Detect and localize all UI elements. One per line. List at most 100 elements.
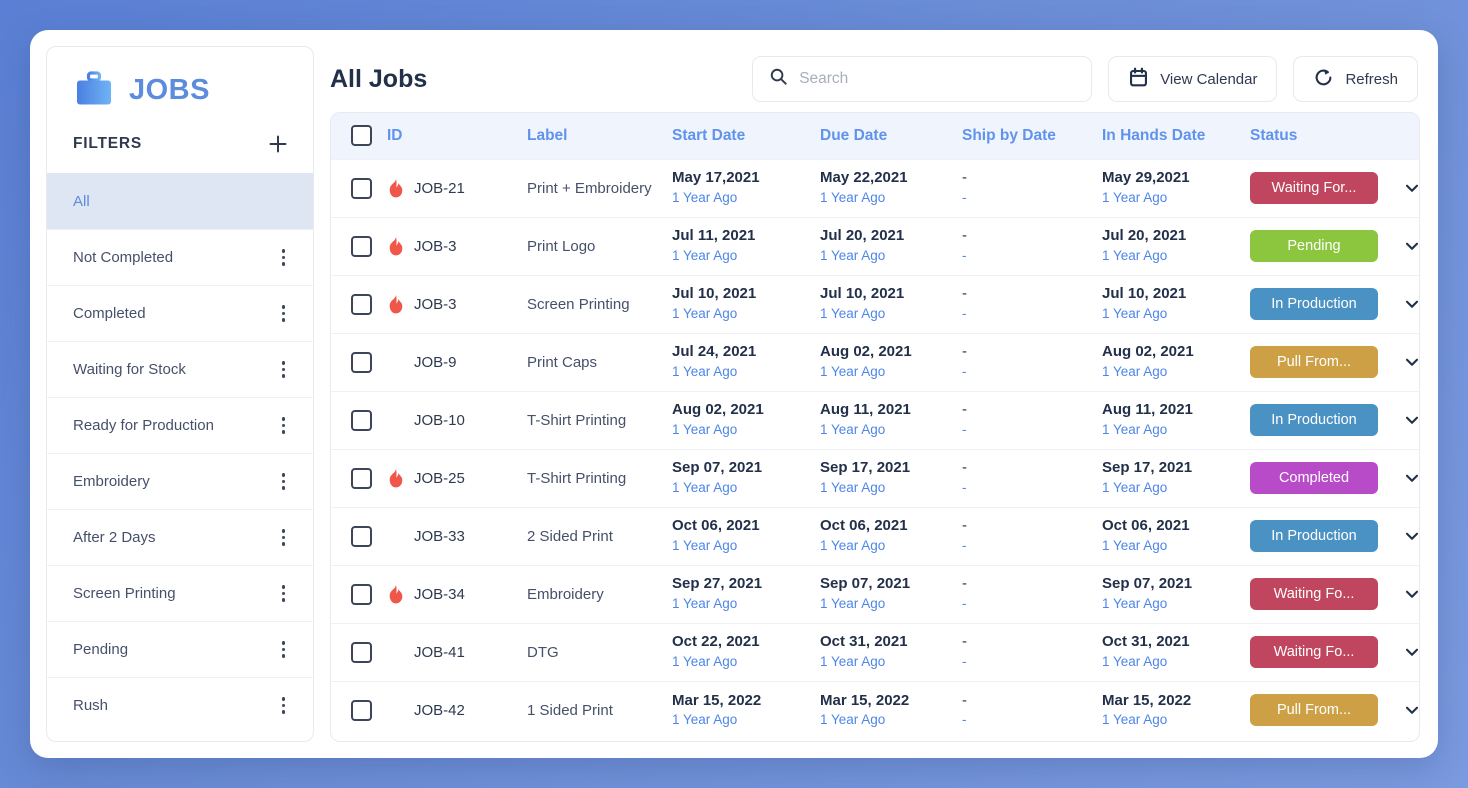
cell-expand[interactable] — [1402, 623, 1420, 681]
row-checkbox[interactable] — [351, 410, 372, 431]
table-row[interactable]: JOB-34EmbroiderySep 27, 20211 Year AgoSe… — [331, 565, 1420, 623]
job-label: DTG — [527, 644, 559, 661]
chevron-down-icon[interactable] — [1402, 352, 1420, 372]
sidebar-item-pending[interactable]: Pending — [47, 621, 313, 677]
cell-expand[interactable] — [1402, 391, 1420, 449]
header-status[interactable]: Status — [1250, 113, 1402, 159]
more-options-icon[interactable] — [278, 525, 290, 550]
chevron-down-icon[interactable] — [1402, 178, 1420, 198]
cell-due-date: Oct 06, 20211 Year Ago — [820, 507, 962, 565]
row-select-cell[interactable] — [331, 275, 387, 333]
row-checkbox[interactable] — [351, 178, 372, 199]
row-select-cell[interactable] — [331, 681, 387, 739]
header-due[interactable]: Due Date — [820, 113, 962, 159]
chevron-down-icon[interactable] — [1402, 584, 1420, 604]
row-checkbox[interactable] — [351, 352, 372, 373]
row-checkbox[interactable] — [351, 584, 372, 605]
table-row[interactable]: JOB-9Print CapsJul 24, 20211 Year AgoAug… — [331, 333, 1420, 391]
status-badge[interactable]: Pull From... — [1250, 346, 1378, 378]
cell-expand[interactable] — [1402, 565, 1420, 623]
table-row[interactable]: JOB-332 Sided PrintOct 06, 20211 Year Ag… — [331, 507, 1420, 565]
job-id: JOB-10 — [414, 412, 465, 429]
status-badge[interactable]: Waiting Fo... — [1250, 636, 1378, 668]
row-select-cell[interactable] — [331, 217, 387, 275]
chevron-down-icon[interactable] — [1402, 642, 1420, 662]
cell-expand[interactable] — [1402, 507, 1420, 565]
row-checkbox[interactable] — [351, 526, 372, 547]
table-row[interactable]: JOB-10T-Shirt PrintingAug 02, 20211 Year… — [331, 391, 1420, 449]
cell-expand[interactable] — [1402, 217, 1420, 275]
table-row[interactable]: JOB-21Print + EmbroideryMay 17,20211 Yea… — [331, 159, 1420, 217]
sidebar-item-embroidery[interactable]: Embroidery — [47, 453, 313, 509]
more-options-icon[interactable] — [278, 413, 290, 438]
row-select-cell[interactable] — [331, 333, 387, 391]
header-start[interactable]: Start Date — [672, 113, 820, 159]
row-select-cell[interactable] — [331, 623, 387, 681]
row-checkbox[interactable] — [351, 294, 372, 315]
row-checkbox[interactable] — [351, 700, 372, 721]
date-value: Oct 06, 2021 — [672, 516, 820, 536]
more-options-icon[interactable] — [278, 357, 290, 382]
status-badge[interactable]: In Production — [1250, 288, 1378, 320]
sidebar-item-after-2-days[interactable]: After 2 Days — [47, 509, 313, 565]
search-field[interactable] — [752, 56, 1092, 102]
chevron-down-icon[interactable] — [1402, 700, 1420, 720]
cell-expand[interactable] — [1402, 681, 1420, 739]
page-title: All Jobs — [330, 65, 736, 94]
chevron-down-icon[interactable] — [1402, 526, 1420, 546]
chevron-down-icon[interactable] — [1402, 294, 1420, 314]
status-badge[interactable]: In Production — [1250, 404, 1378, 436]
status-badge[interactable]: Completed — [1250, 462, 1378, 494]
sidebar-item-rush[interactable]: Rush — [47, 677, 313, 733]
cell-expand[interactable] — [1402, 449, 1420, 507]
more-options-icon[interactable] — [278, 693, 290, 718]
row-checkbox[interactable] — [351, 468, 372, 489]
plus-icon[interactable] — [267, 133, 289, 155]
status-badge[interactable]: Waiting For... — [1250, 172, 1378, 204]
header-hands[interactable]: In Hands Date — [1102, 113, 1250, 159]
more-options-icon[interactable] — [278, 301, 290, 326]
view-calendar-button[interactable]: View Calendar — [1108, 56, 1277, 102]
sidebar-item-screen-printing[interactable]: Screen Printing — [47, 565, 313, 621]
date-value: Aug 02, 2021 — [820, 342, 962, 362]
header-select-all[interactable] — [331, 113, 387, 159]
search-input[interactable] — [799, 70, 1075, 88]
more-options-icon[interactable] — [278, 637, 290, 662]
row-checkbox[interactable] — [351, 642, 372, 663]
header-id[interactable]: ID — [387, 113, 527, 159]
sidebar-item-not-completed[interactable]: Not Completed — [47, 229, 313, 285]
row-select-cell[interactable] — [331, 565, 387, 623]
chevron-down-icon[interactable] — [1402, 468, 1420, 488]
sidebar-item-ready-for-production[interactable]: Ready for Production — [47, 397, 313, 453]
status-badge[interactable]: In Production — [1250, 520, 1378, 552]
table-row[interactable]: JOB-421 Sided PrintMar 15, 20221 Year Ag… — [331, 681, 1420, 739]
row-select-cell[interactable] — [331, 449, 387, 507]
row-select-cell[interactable] — [331, 159, 387, 217]
table-row[interactable]: JOB-25T-Shirt PrintingSep 07, 20211 Year… — [331, 449, 1420, 507]
status-badge[interactable]: Pull From... — [1250, 694, 1378, 726]
more-options-icon[interactable] — [278, 245, 290, 270]
select-all-checkbox[interactable] — [351, 125, 372, 146]
sidebar-item-all[interactable]: All — [47, 173, 313, 229]
row-select-cell[interactable] — [331, 507, 387, 565]
row-select-cell[interactable] — [331, 391, 387, 449]
table-row[interactable]: JOB-3Screen PrintingJul 10, 20211 Year A… — [331, 275, 1420, 333]
sidebar-item-waiting-for-stock[interactable]: Waiting for Stock — [47, 341, 313, 397]
refresh-button[interactable]: Refresh — [1293, 56, 1418, 102]
status-badge[interactable]: Pending — [1250, 230, 1378, 262]
table-row[interactable]: JOB-41DTGOct 22, 20211 Year AgoOct 31, 2… — [331, 623, 1420, 681]
more-options-icon[interactable] — [278, 469, 290, 494]
header-ship[interactable]: Ship by Date — [962, 113, 1102, 159]
more-options-icon[interactable] — [278, 581, 290, 606]
cell-expand[interactable] — [1402, 275, 1420, 333]
chevron-down-icon[interactable] — [1402, 410, 1420, 430]
chevron-down-icon[interactable] — [1402, 236, 1420, 256]
cell-expand[interactable] — [1402, 159, 1420, 217]
cell-start-date: Sep 07, 20211 Year Ago — [672, 449, 820, 507]
status-badge[interactable]: Waiting Fo... — [1250, 578, 1378, 610]
header-label[interactable]: Label — [527, 113, 672, 159]
sidebar-item-completed[interactable]: Completed — [47, 285, 313, 341]
table-row[interactable]: JOB-3Print LogoJul 11, 20211 Year AgoJul… — [331, 217, 1420, 275]
row-checkbox[interactable] — [351, 236, 372, 257]
cell-expand[interactable] — [1402, 333, 1420, 391]
